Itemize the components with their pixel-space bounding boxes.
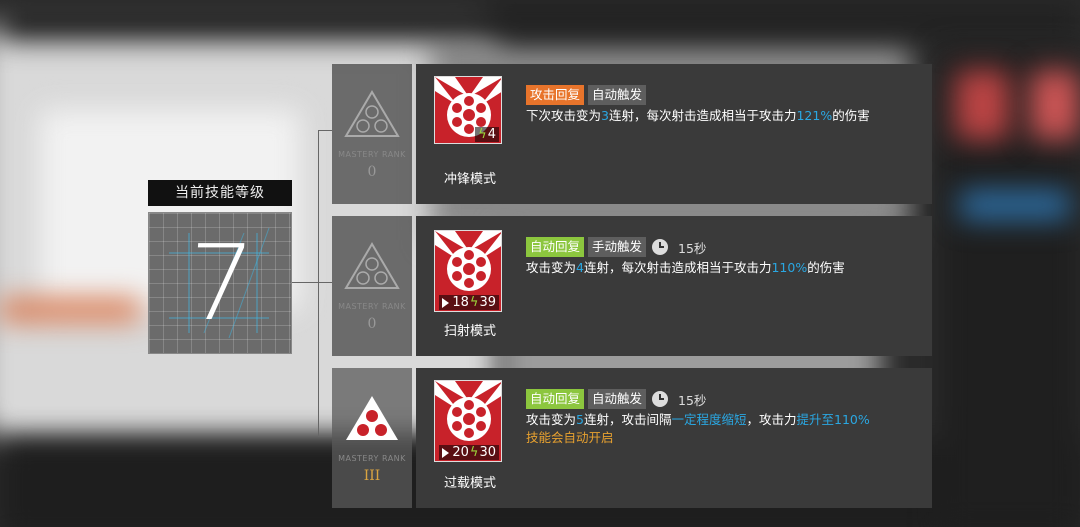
tag-trigger: 自动触发 bbox=[588, 389, 647, 409]
skill-description: 攻击变为4连射，每次射击造成相当于攻击力110%的伤害 bbox=[526, 260, 845, 275]
clock-icon bbox=[652, 239, 669, 255]
skill-row-3[interactable]: MASTERY RANK III 20 ϟ 30 过载模式 自动回复 自动触发 … bbox=[332, 368, 932, 508]
skill-duration: 15秒 bbox=[678, 240, 707, 256]
skill-detail: 20 ϟ 30 过载模式 自动回复 自动触发 15秒 攻击变为5连射，攻击间隔一… bbox=[416, 368, 932, 508]
skill-name: 过载模式 bbox=[443, 476, 496, 491]
sp-stats: ϟ 4 bbox=[475, 127, 499, 142]
mastery-triangle-icon bbox=[346, 396, 398, 440]
connector-line bbox=[318, 130, 332, 131]
revolver-cylinder-icon: ϟ 4 bbox=[434, 76, 502, 144]
skill-row-2[interactable]: MASTERY RANK 0 18 ϟ 39 扫射模式 自动回复 手动触发 15… bbox=[332, 216, 932, 356]
tag-trigger: 自动触发 bbox=[588, 85, 647, 105]
lightning-bolt-icon: ϟ bbox=[469, 445, 479, 460]
connector-line bbox=[318, 130, 319, 436]
skill-name: 冲锋模式 bbox=[443, 172, 496, 187]
sp-cost: 4 bbox=[487, 127, 496, 142]
revolver-cylinder-icon: 18 ϟ 39 bbox=[434, 230, 502, 312]
connector-line bbox=[318, 436, 332, 437]
tag-recovery: 自动回复 bbox=[526, 389, 585, 409]
skill-name: 扫射模式 bbox=[443, 324, 496, 339]
lightning-bolt-icon: ϟ bbox=[469, 295, 479, 310]
skill-level-title: 当前技能等级 bbox=[148, 180, 292, 206]
tag-recovery: 攻击回复 bbox=[526, 85, 585, 105]
mastery-label: MASTERY RANK bbox=[338, 302, 406, 311]
skill-tags: 自动回复 手动触发 15秒 bbox=[526, 237, 706, 257]
mastery-cell: MASTERY RANK III bbox=[332, 368, 412, 508]
mastery-label: MASTERY RANK bbox=[338, 150, 406, 159]
skill-duration: 15秒 bbox=[678, 392, 707, 408]
tag-trigger: 手动触发 bbox=[588, 237, 647, 257]
mastery-level: III bbox=[363, 468, 381, 484]
skill-detail: ϟ 4 冲锋模式 攻击回复 自动触发 下次攻击变为3连射，每次射击造成相当于攻击… bbox=[416, 64, 932, 204]
sp-cost: 30 bbox=[479, 445, 496, 460]
skill-level-display: 7 bbox=[148, 212, 292, 354]
sp-stats: 20 ϟ 30 bbox=[439, 445, 499, 460]
connector-line bbox=[318, 282, 332, 283]
connector-line bbox=[292, 282, 318, 283]
sp-cost: 39 bbox=[479, 295, 496, 310]
skill-description: 下次攻击变为3连射，每次射击造成相当于攻击力121%的伤害 bbox=[526, 108, 870, 123]
sp-stats: 18 ϟ 39 bbox=[439, 295, 499, 310]
lightning-bolt-icon: ϟ bbox=[478, 127, 487, 142]
skill-tags: 攻击回复 自动触发 bbox=[526, 85, 647, 105]
mastery-cell: MASTERY RANK 0 bbox=[332, 64, 412, 204]
play-triangle-icon bbox=[442, 447, 450, 458]
skill-description: 攻击变为5连射，攻击间隔一定程度缩短，攻击力提升至110% 技能会自动开启 bbox=[526, 412, 870, 445]
mastery-cell: MASTERY RANK 0 bbox=[332, 216, 412, 356]
mastery-level: 0 bbox=[367, 164, 377, 180]
skill-detail: 18 ϟ 39 扫射模式 自动回复 手动触发 15秒 攻击变为4连射，每次射击造… bbox=[416, 216, 932, 356]
play-triangle-icon bbox=[442, 297, 450, 308]
skill-note: 技能会自动开启 bbox=[526, 430, 614, 445]
clock-icon bbox=[652, 391, 669, 407]
tag-recovery: 自动回复 bbox=[526, 237, 585, 257]
skill-level-value: 7 bbox=[182, 222, 258, 344]
mastery-label: MASTERY RANK bbox=[338, 454, 406, 463]
initial-sp: 20 bbox=[452, 445, 469, 460]
mastery-level: 0 bbox=[367, 316, 377, 332]
mastery-triangle-icon bbox=[344, 242, 400, 289]
mastery-triangle-icon bbox=[344, 90, 400, 137]
initial-sp: 18 bbox=[452, 295, 469, 310]
skill-tags: 自动回复 自动触发 15秒 bbox=[526, 389, 706, 409]
revolver-cylinder-icon: 20 ϟ 30 bbox=[434, 380, 502, 462]
skill-row-1[interactable]: MASTERY RANK 0 ϟ 4 冲锋模式 攻击回复 自动触发 下次攻击变为… bbox=[332, 64, 932, 204]
